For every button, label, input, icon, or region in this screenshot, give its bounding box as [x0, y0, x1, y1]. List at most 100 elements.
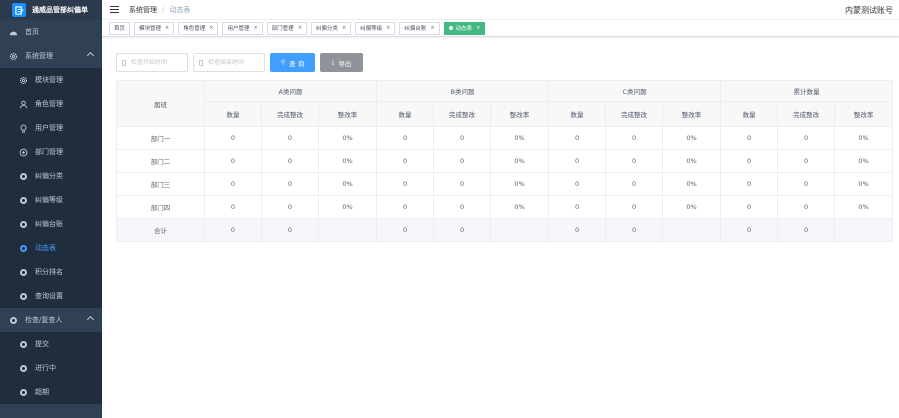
dept-name-cell: 部门二 [116, 149, 205, 173]
tag-label: 部门管理 [271, 26, 294, 32]
sidebar-item[interactable]: 超期 [0, 380, 102, 404]
sidebar-item[interactable]: 检查/复查人 [0, 308, 102, 332]
value-cell: 0 [376, 126, 435, 150]
dept-name-cell: 部门三 [116, 172, 205, 196]
end-date-picker[interactable] [193, 53, 265, 72]
value-cell: 0 [261, 126, 319, 150]
subheader-cell: 数量 [720, 101, 779, 127]
dot-shape [20, 292, 27, 300]
value-cell: 0 [605, 126, 664, 150]
dept-header: 届班 [116, 80, 205, 127]
sidebar-item[interactable]: 部门管理 [0, 140, 102, 164]
value-cell: 0% [834, 149, 894, 173]
subheader-cell: 整改率 [834, 101, 894, 127]
calendar-icon [199, 59, 203, 66]
value-cell: 0 [720, 126, 779, 150]
sidebar-item-label: 纠偏等级 [35, 196, 63, 204]
start-date-input[interactable] [131, 59, 187, 66]
value-cell: 0 [433, 149, 492, 173]
dept-name-cell: 部门四 [116, 195, 205, 219]
start-date-picker[interactable] [116, 53, 188, 72]
close-icon[interactable]: × [430, 25, 434, 31]
group-header: C类问题 [548, 80, 722, 102]
value-cell: 0 [261, 195, 319, 219]
tag-item[interactable]: 纠偏台账 × [399, 21, 440, 35]
total-value-cell: 0 [548, 218, 607, 242]
value-cell: 0 [376, 149, 435, 173]
close-icon[interactable]: × [298, 25, 302, 31]
value-cell: 0% [834, 172, 894, 196]
close-icon[interactable]: × [253, 25, 257, 31]
value-cell: 0% [662, 126, 722, 150]
close-icon[interactable]: × [476, 25, 480, 31]
value-cell: 0% [662, 195, 722, 219]
value-cell: 0 [605, 172, 664, 196]
header-row: 届班 A类问题 B类问题 C类问题 累计数量 [116, 80, 894, 127]
hamburger-icon[interactable] [110, 6, 119, 13]
close-icon[interactable]: × [209, 25, 213, 31]
breadcrumb-system[interactable]: 系统管理 [129, 5, 157, 15]
app-title: 通威品管部纠偏单 [32, 6, 88, 14]
circle-icon [19, 388, 28, 397]
close-icon[interactable]: × [342, 25, 346, 31]
dept-name-cell: 部门一 [116, 126, 205, 150]
query-label: 查 询 [289, 59, 305, 68]
sidebar-item-label: 检查/复查人 [25, 316, 63, 324]
tag-item[interactable]: 纠偏等级 × [355, 21, 396, 35]
tag-item[interactable]: 用户管理 × [222, 21, 263, 35]
sidebar-item-label: 提交 [35, 340, 49, 348]
query-button[interactable]: ⚲ 查 询 [270, 53, 315, 72]
value-cell: 0 [548, 172, 607, 196]
close-icon[interactable]: × [165, 25, 169, 31]
value-cell: 0% [317, 195, 378, 219]
tag-item[interactable]: 角色管理 × [178, 21, 219, 35]
tag-label: 首页 [114, 26, 126, 32]
tag-label: 纠偏等级 [360, 26, 383, 32]
tag-item[interactable]: 部门管理 × [266, 21, 307, 35]
tag-item[interactable]: 纠偏分类 × [310, 21, 352, 35]
app-logo[interactable]: 通威品管部纠偏单 [0, 0, 102, 20]
sidebar-item[interactable]: 积分排名 [0, 260, 102, 284]
value-cell: 0 [376, 195, 435, 219]
tag-item[interactable]: 模块管理 × [134, 21, 175, 35]
tag-label: 模块管理 [139, 26, 162, 32]
sidebar-item-label: 积分排名 [35, 268, 63, 276]
calendar-icon [122, 59, 126, 66]
sidebar-item-label: 模块管理 [35, 76, 63, 84]
close-icon[interactable]: × [386, 25, 390, 31]
export-button[interactable]: ⤓ 导出 [320, 53, 363, 72]
sidebar-item[interactable]: 纠偏分类 [0, 164, 102, 188]
sidebar-item[interactable]: 首页 [0, 20, 102, 44]
sidebar-item[interactable]: 纠偏台账 [0, 212, 102, 236]
sidebar-item[interactable]: 纠偏等级 [0, 188, 102, 212]
tag-item[interactable]: 动态表 × [443, 21, 486, 35]
total-value-cell: 0 [376, 218, 435, 242]
value-cell: 0% [662, 149, 722, 173]
user-name[interactable]: 内蒙测试账号 [845, 5, 893, 16]
sidebar-item[interactable]: 查询设置 [0, 284, 102, 308]
end-date-input[interactable] [208, 59, 264, 66]
sidebar-item[interactable]: 模块管理 [0, 68, 102, 92]
total-value-cell: 0 [433, 218, 492, 242]
circle-icon [19, 268, 28, 277]
value-cell: 0 [433, 172, 492, 196]
table-row: 部门一 0 0 0% 0 0 0% 0 0 0% 0 0 0% [116, 126, 894, 150]
sidebar-item[interactable]: 用户管理 [0, 116, 102, 140]
value-cell: 0 [548, 195, 607, 219]
chevron-up-icon [86, 51, 95, 60]
value-cell: 0 [433, 195, 492, 219]
sidebar-item[interactable]: 提交 [0, 332, 102, 356]
value-cell: 0% [317, 149, 378, 173]
tag-label: 角色管理 [183, 26, 206, 32]
subheader-cell: 完成整改 [605, 101, 664, 127]
tag-item[interactable]: 首页 [109, 21, 131, 35]
sidebar-item[interactable]: 进行中 [0, 356, 102, 380]
sidebar-item[interactable]: 系统管理 [0, 44, 102, 68]
sidebar-item[interactable]: 角色管理 [0, 92, 102, 116]
value-cell: 0 [204, 195, 262, 219]
search-icon: ⚲ [280, 59, 286, 66]
circle-icon [19, 292, 28, 301]
filter-bar: ⚲ 查 询 ⤓ 导出 [116, 53, 368, 72]
sidebar-item-label: 纠偏台账 [35, 220, 63, 228]
sidebar-item[interactable]: 动态表 [0, 236, 102, 260]
